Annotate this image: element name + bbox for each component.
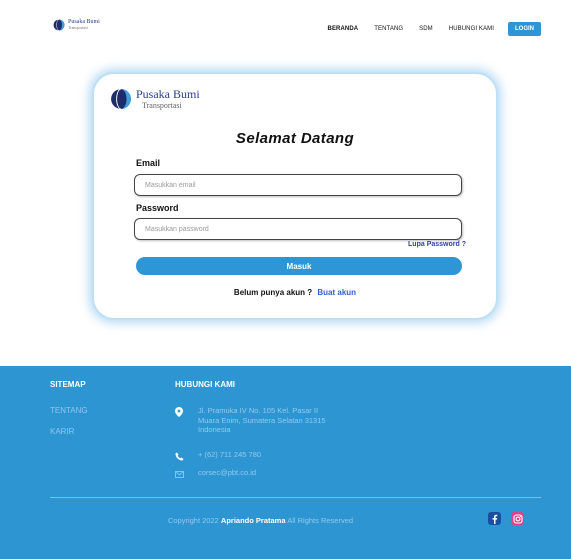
login-button[interactable]: LOGIN [508, 22, 541, 36]
nav-hubungi-kami[interactable]: HUBUNGI KAMI [449, 26, 494, 32]
globe-logo-icon [111, 88, 131, 110]
email-field[interactable]: Masukkan email [134, 174, 462, 196]
email-row: corsec@pbt.co.id [174, 468, 256, 479]
welcome-heading: Selamat Datang [235, 130, 355, 147]
main-nav: BERANDA TENTANG SDM HUBUNGI KAMI LOGIN [312, 22, 541, 36]
copyright-text: Copyright 2022 Apriando Pratama All Righ… [167, 516, 354, 525]
card-brand-tagline: Transportasi [142, 101, 182, 110]
signup-prompt: Belum punya akun ? [233, 288, 313, 297]
address-line-3: Indonesia [198, 425, 231, 434]
card-brand-name: Pusaka Bumi [136, 87, 200, 101]
instagram-icon[interactable] [511, 512, 524, 525]
address-line-2: Muara Enim, Sumatera Selatan 31315 [198, 415, 326, 425]
masuk-button[interactable]: Masuk [136, 257, 462, 275]
address-row: Jl. Pramuka IV No. 105 Kel. Pasar II Mua… [174, 406, 326, 435]
address-line-1: Jl. Pramuka IV No. 105 Kel. Pasar II [198, 406, 319, 415]
top-navbar: Pusaka Bumi Transportasi BERANDA TENTANG… [0, 0, 571, 60]
globe-logo-icon [53, 19, 65, 31]
phone-row: + (62) 711 245 780 [174, 450, 261, 461]
facebook-icon[interactable] [488, 512, 501, 525]
card-brand-logo: Pusaka Bumi Transportasi [110, 88, 200, 110]
email-label: Email [136, 158, 161, 168]
nav-tentang[interactable]: TENTANG [374, 26, 403, 32]
nav-beranda[interactable]: BERANDA [328, 26, 359, 32]
site-footer: SITEMAP TENTANG KARIR HUBUNGI KAMI Jl. P… [0, 366, 571, 559]
brand-logo[interactable]: Pusaka Bumi Transportasi [53, 19, 100, 31]
mail-icon [174, 469, 184, 479]
contact-title: HUBUNGI KAMI [175, 380, 235, 389]
password-label: Password [136, 203, 179, 213]
password-field[interactable]: Masukkan password [134, 218, 462, 240]
footer-link-karir[interactable]: KARIR [50, 427, 74, 436]
location-pin-icon [174, 407, 184, 417]
footer-divider [50, 497, 541, 498]
nav-sdm[interactable]: SDM [419, 26, 433, 32]
signup-row: Belum punya akun ? Buat akun [94, 288, 496, 297]
phone-icon [174, 451, 184, 461]
login-card: Pusaka Bumi Transportasi Selamat Datang … [92, 72, 498, 320]
sitemap-title: SITEMAP [50, 380, 86, 389]
copyright-author: Apriando Pratama [220, 516, 286, 525]
contact-email[interactable]: corsec@pbt.co.id [198, 468, 256, 478]
brand-tagline: Transportasi [68, 25, 88, 30]
forgot-password-link[interactable]: Lupa Password ? [408, 241, 466, 248]
signup-link[interactable]: Buat akun [317, 288, 356, 297]
phone-number: + (62) 711 245 780 [198, 450, 262, 459]
footer-link-tentang[interactable]: TENTANG [50, 406, 88, 415]
